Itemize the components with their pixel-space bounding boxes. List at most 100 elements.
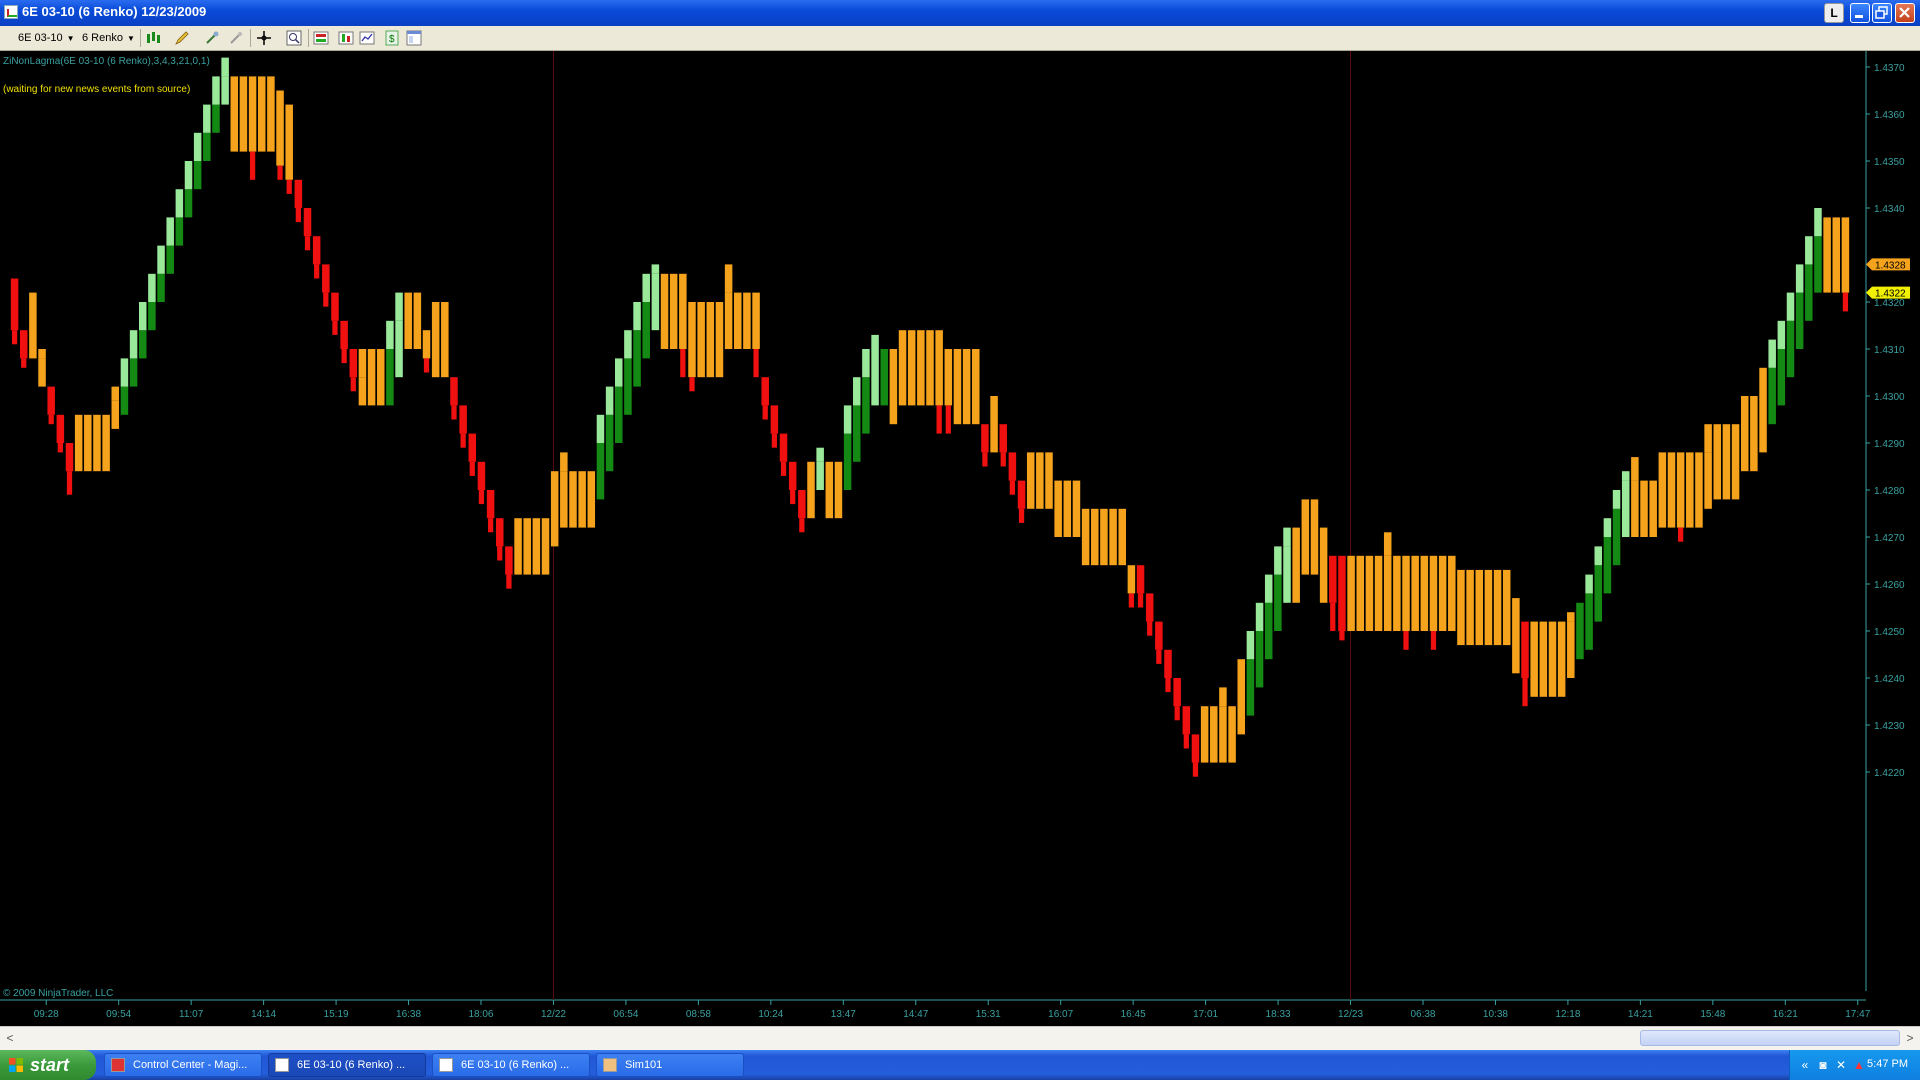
renko-brick — [761, 377, 769, 406]
renko-brick — [1466, 569, 1474, 646]
taskbar-item-chart-2[interactable]: 6E 03-10 (6 Renko) ... — [432, 1053, 590, 1077]
renko-brick — [230, 76, 239, 152]
x-tick-label: 10:38 — [1483, 1009, 1508, 1020]
renko-brick-low — [790, 490, 796, 505]
order-entry-icon[interactable] — [313, 30, 329, 46]
renko-brick — [1676, 452, 1685, 528]
renko-brick — [486, 490, 495, 519]
start-button[interactable]: start — [0, 1050, 96, 1080]
network-icon[interactable]: ◙ — [1816, 1058, 1830, 1072]
renko-brick-high — [871, 334, 879, 349]
renko-brick-high — [395, 292, 403, 321]
renko-brick — [532, 518, 541, 575]
renko-brick — [596, 443, 605, 500]
renko-brick-high — [111, 386, 120, 401]
renko-brick — [724, 292, 733, 349]
taskbar-item-control-center[interactable]: Control Center - Magi... — [104, 1053, 262, 1077]
zoom-icon[interactable] — [286, 30, 302, 46]
renko-brick — [972, 349, 980, 425]
renko-brick — [1557, 621, 1566, 697]
renko-brick — [129, 358, 138, 387]
renko-brick — [1841, 217, 1850, 293]
renko-brick — [1173, 678, 1181, 707]
close-button[interactable] — [1895, 3, 1915, 23]
renko-brick — [1383, 555, 1392, 631]
renko-brick — [1365, 555, 1374, 631]
x-tick-label: 14:14 — [251, 1009, 276, 1020]
renko-brick-low — [1330, 602, 1336, 631]
bar-style-icon[interactable] — [145, 30, 161, 46]
taskbar-item-sim101[interactable]: Sim101 — [596, 1053, 744, 1077]
chart-toolbar: 6E 03-10 ▼ 6 Renko ▼ $ — [0, 26, 1920, 51]
renko-brick — [1594, 565, 1603, 622]
ma-price-marker-text: 1.4322 — [1875, 289, 1906, 300]
renko-brick — [1347, 555, 1355, 631]
pencil-icon[interactable] — [174, 30, 190, 46]
erase-icon[interactable] — [228, 30, 244, 46]
renko-chart[interactable]: 1.4370 1.4360 1.4350 1.4340 1.4320 1.4310 1.43… — [0, 51, 1920, 1026]
properties-icon[interactable] — [406, 30, 422, 46]
scroll-left-button[interactable]: < — [2, 1028, 18, 1048]
window-title: 6E 03-10 (6 Renko) 12/23/2009 — [22, 4, 207, 19]
scrollbar-thumb[interactable] — [1640, 1030, 1900, 1046]
renko-brick — [1155, 621, 1163, 650]
renko-brick-high — [816, 447, 824, 462]
x-tick-label: 18:33 — [1266, 1009, 1291, 1020]
strategy-icon[interactable]: $ — [384, 30, 400, 46]
renko-brick — [267, 76, 275, 152]
renko-brick — [1621, 480, 1630, 537]
renko-brick-high — [175, 189, 184, 218]
renko-brick-low — [350, 377, 356, 392]
renko-brick — [1768, 367, 1776, 425]
lock-button[interactable]: L — [1824, 3, 1844, 23]
indicators-icon[interactable] — [359, 30, 375, 46]
x-tick-label: 12/22 — [541, 1009, 566, 1020]
renko-chart-panel[interactable]: 1.4370 1.4360 1.4350 1.4340 1.4320 1.4310 1.43… — [0, 51, 1920, 1026]
magic-wand-icon[interactable] — [204, 30, 220, 46]
renko-brick — [193, 161, 202, 190]
renko-brick-high — [862, 349, 870, 378]
renko-brick — [495, 518, 504, 547]
ninjatrader-icon — [111, 1058, 125, 1072]
renko-brick — [752, 292, 760, 349]
renko-brick — [38, 358, 46, 387]
scroll-right-button[interactable]: > — [1902, 1028, 1918, 1048]
y-tick-label: 1.4320 — [1874, 298, 1905, 309]
renko-brick-high — [1704, 424, 1712, 453]
renko-brick — [1200, 706, 1209, 763]
renko-brick — [706, 302, 715, 378]
renko-brick — [1823, 217, 1831, 293]
renko-brick-low — [323, 292, 329, 307]
renko-brick-low — [11, 330, 18, 345]
alert-icon[interactable]: ▲ — [1852, 1058, 1866, 1072]
start-label: start — [30, 1055, 70, 1075]
taskbar-item-chart-1[interactable]: 6E 03-10 (6 Renko) ... — [268, 1053, 426, 1077]
renko-brick-high — [605, 386, 614, 415]
renko-brick — [550, 490, 559, 547]
antivirus-icon[interactable]: ✕ — [1834, 1058, 1848, 1072]
renko-brick-low — [469, 461, 475, 476]
renko-brick — [1264, 602, 1273, 660]
restore-button[interactable] — [1872, 3, 1892, 23]
renko-brick-high — [1759, 367, 1767, 396]
minimize-button[interactable] — [1850, 3, 1870, 23]
crosshair-icon[interactable] — [256, 30, 272, 46]
chart-trader-icon[interactable] — [338, 30, 354, 46]
renko-brick-high — [1777, 320, 1786, 349]
tray-chevron-icon[interactable]: « — [1798, 1058, 1812, 1072]
renko-brick-low — [1156, 649, 1162, 664]
renko-brick — [1786, 320, 1795, 378]
renko-brick — [1136, 565, 1145, 594]
renko-brick — [514, 518, 522, 575]
renko-brick — [569, 471, 577, 528]
instrument-selector[interactable]: 6E 03-10 ▼ — [18, 30, 75, 46]
renko-brick — [1063, 480, 1072, 537]
horizontal-scrollbar[interactable]: < > — [0, 1026, 1920, 1051]
period-selector[interactable]: 6 Renko ▼ — [82, 30, 135, 46]
renko-brick — [743, 292, 751, 349]
renko-brick — [349, 349, 358, 378]
renko-brick-low — [249, 151, 256, 180]
renko-brick-low — [1183, 734, 1189, 749]
renko-brick — [1612, 508, 1621, 566]
renko-brick-high — [1283, 527, 1291, 547]
